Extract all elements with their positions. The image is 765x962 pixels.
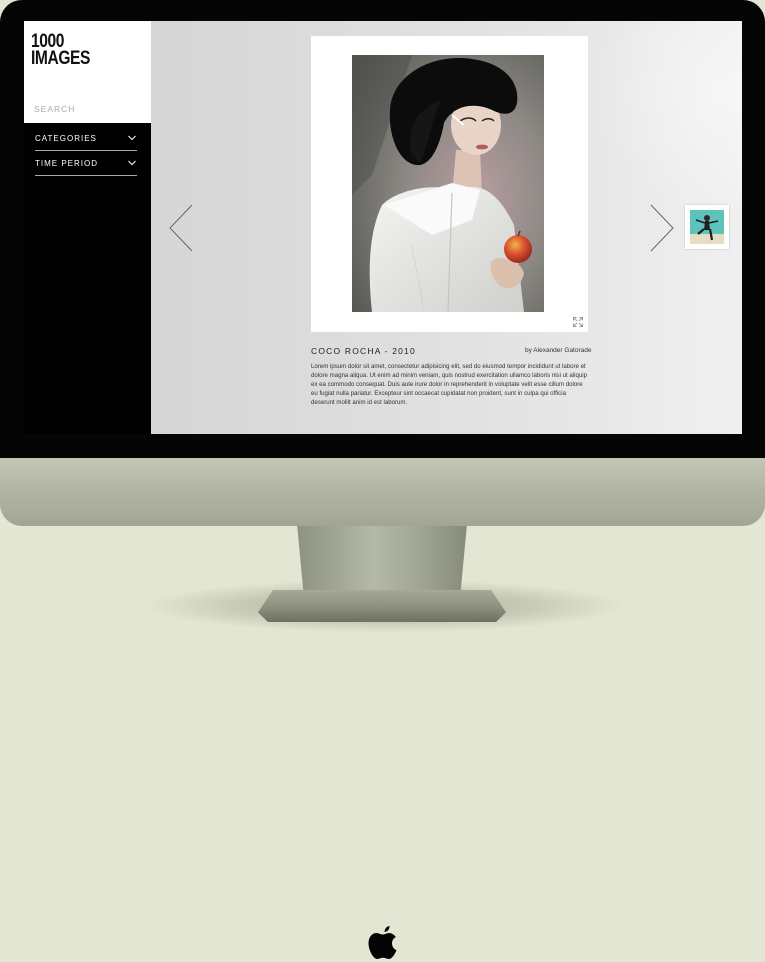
screen-glare — [591, 21, 742, 221]
sidebar: 1000 IMAGES SEARCH CATEGORIES TIME PERIO… — [24, 21, 151, 434]
chevron-down-icon — [128, 135, 136, 141]
categories-dropdown[interactable]: CATEGORIES — [35, 127, 137, 151]
thumbnail-image — [690, 210, 724, 244]
photo-frame — [311, 36, 588, 332]
expand-icon[interactable] — [573, 317, 583, 327]
site-logo[interactable]: 1000 IMAGES — [31, 32, 90, 68]
image-viewer: COCO ROCHA - 2010 by Alexander Gatorade … — [151, 21, 742, 434]
photo-title: COCO ROCHA - 2010 — [311, 346, 416, 356]
logo-area: 1000 IMAGES SEARCH — [24, 21, 151, 123]
time-period-label: TIME PERIOD — [35, 159, 99, 168]
time-period-dropdown[interactable]: TIME PERIOD — [35, 152, 137, 176]
chevron-right-icon[interactable] — [649, 204, 675, 252]
apple-logo-icon — [368, 926, 397, 959]
monitor-bezel: 1000 IMAGES SEARCH CATEGORIES TIME PERIO… — [0, 0, 765, 458]
categories-label: CATEGORIES — [35, 134, 97, 143]
monitor-chin — [0, 452, 765, 959]
featured-photo[interactable] — [352, 55, 544, 312]
chevron-left-icon[interactable] — [168, 204, 194, 252]
monitor-stand — [297, 524, 467, 596]
search-input[interactable]: SEARCH — [34, 104, 75, 114]
chevron-down-icon — [128, 160, 136, 166]
photo-description: Lorem ipsum dolor sit amet, consectetur … — [311, 363, 588, 406]
monitor-base — [258, 590, 506, 622]
next-thumbnail[interactable] — [685, 205, 729, 249]
screen: 1000 IMAGES SEARCH CATEGORIES TIME PERIO… — [24, 21, 742, 434]
photo-credit: by Alexander Gatorade — [525, 347, 592, 354]
